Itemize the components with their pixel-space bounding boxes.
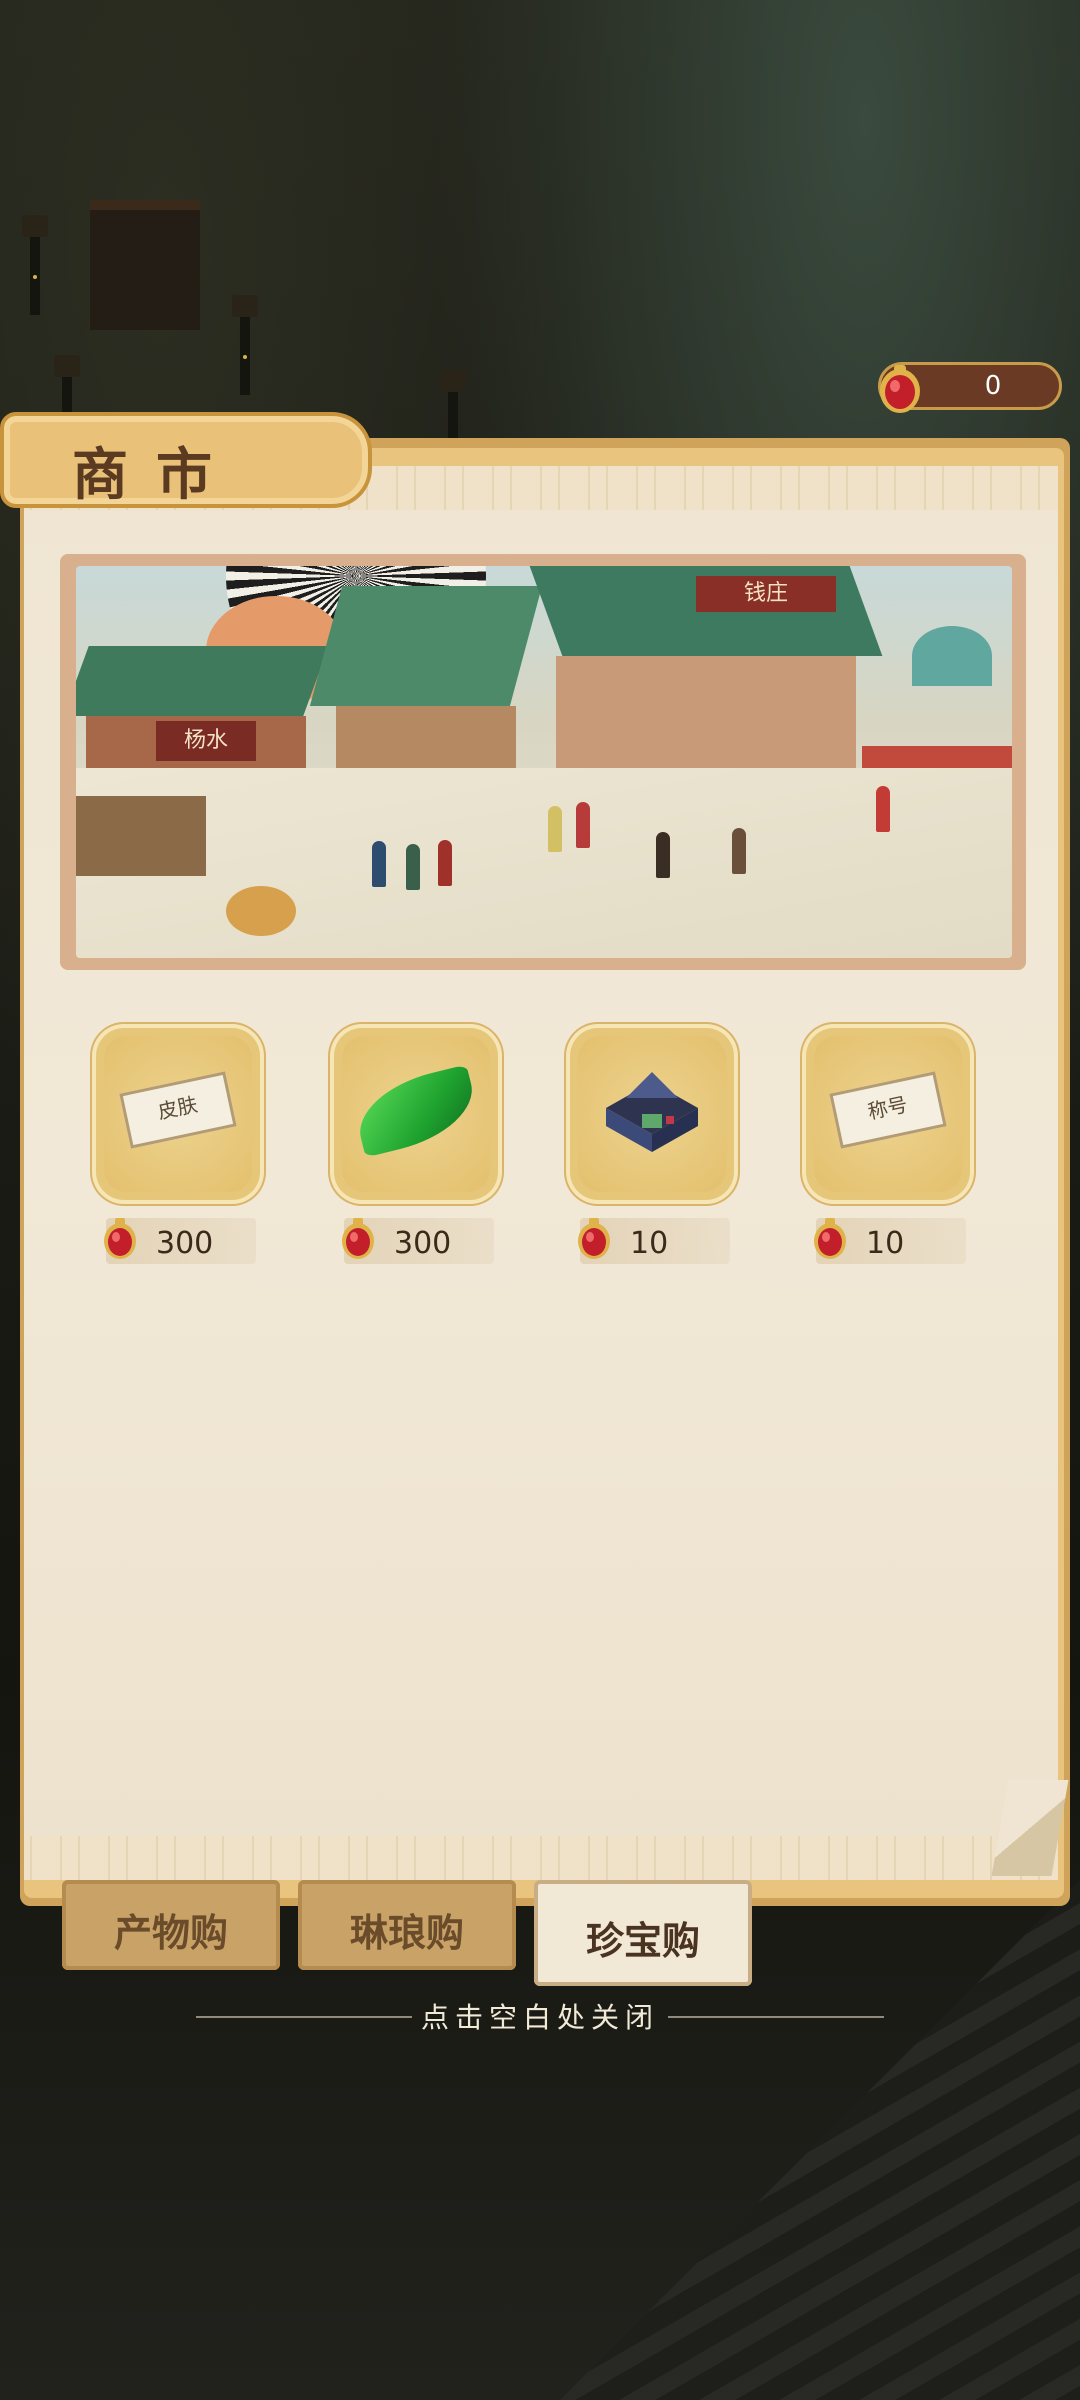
background-gate	[90, 200, 200, 330]
person	[732, 828, 746, 874]
person	[876, 786, 890, 832]
item-price: 10	[630, 1226, 669, 1261]
item-price: 300	[394, 1226, 452, 1261]
tab-label: 产物购	[113, 1910, 228, 1955]
market-banner-image: 杨水 钱庄	[76, 566, 1012, 958]
item-price: 10	[866, 1226, 905, 1261]
close-hint: 点击空白处关闭	[420, 2001, 659, 2034]
shop-sign: 钱庄	[696, 576, 836, 612]
red-gem-icon	[100, 1216, 140, 1266]
tab-treasure[interactable]: 珍宝购	[534, 1880, 752, 1986]
tab-products[interactable]: 产物购	[62, 1880, 280, 1970]
price-row: 300	[104, 1218, 256, 1264]
person	[406, 844, 420, 890]
lantern-post	[54, 355, 80, 415]
person	[656, 832, 670, 878]
title-plaque: 商市	[0, 412, 372, 508]
person	[438, 840, 452, 886]
fruit-cart	[226, 886, 296, 936]
roof	[76, 646, 329, 716]
shop-item-building[interactable]	[570, 1028, 734, 1200]
page-title: 商市	[72, 442, 240, 508]
market-stall	[76, 796, 206, 876]
price-row: 10	[814, 1218, 966, 1264]
price-row: 10	[578, 1218, 730, 1264]
red-gem-icon	[574, 1216, 614, 1266]
tab-label: 琳琅购	[349, 1910, 464, 1955]
person	[576, 802, 590, 848]
item-price: 300	[156, 1226, 214, 1261]
lantern-post	[232, 295, 258, 395]
lantern-post	[22, 215, 48, 315]
panel-bottom-border	[24, 1836, 1058, 1880]
shop-item-leaf[interactable]	[334, 1028, 498, 1200]
person	[548, 806, 562, 852]
red-gem-icon	[810, 1216, 850, 1266]
person	[372, 841, 386, 887]
price-row: 300	[342, 1218, 494, 1264]
street	[76, 768, 1012, 958]
currency-amount: 0	[984, 371, 1002, 401]
tab-label: 珍宝购	[585, 1918, 700, 1963]
tab-assorted[interactable]: 琳琅购	[298, 1880, 516, 1970]
shop-sign: 杨水	[156, 721, 256, 761]
roof	[309, 586, 543, 706]
currency-display[interactable]: 0	[878, 362, 1062, 413]
building-icon	[596, 1068, 708, 1162]
red-gem-icon	[338, 1216, 378, 1266]
shop-item-skin-ticket[interactable]: 皮肤	[96, 1028, 260, 1200]
umbrella	[912, 626, 992, 686]
shop-item-title-ticket[interactable]: 称号	[806, 1028, 970, 1200]
